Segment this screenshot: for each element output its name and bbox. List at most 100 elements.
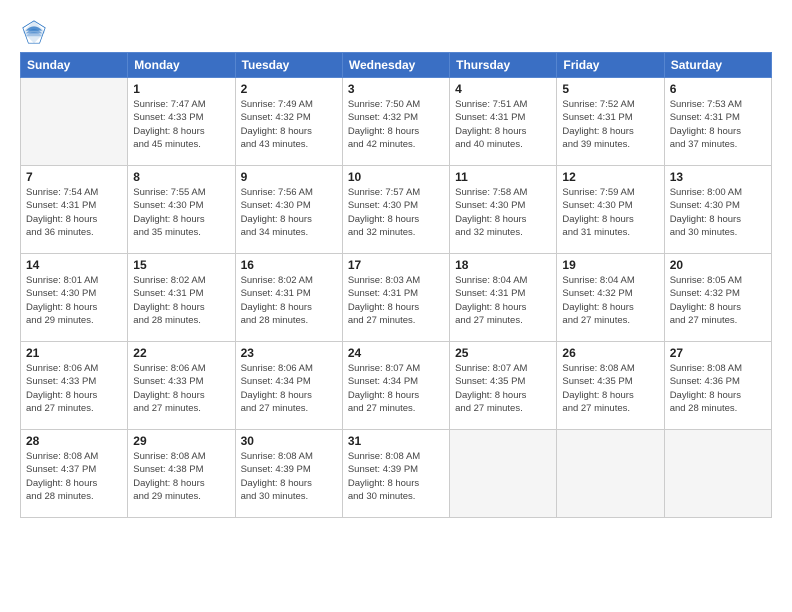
calendar-day-cell: 2 Sunrise: 7:49 AM Sunset: 4:32 PM Daylig…: [235, 78, 342, 166]
calendar-week-row: 28 Sunrise: 8:08 AM Sunset: 4:37 PM Dayli…: [21, 430, 772, 518]
day-number: 11: [455, 170, 551, 184]
day-number: 10: [348, 170, 444, 184]
day-number: 23: [241, 346, 337, 360]
calendar-day-cell: 8 Sunrise: 7:55 AM Sunset: 4:30 PM Daylig…: [128, 166, 235, 254]
weekday-header: Wednesday: [342, 53, 449, 78]
day-info: Sunrise: 8:07 AM Sunset: 4:34 PM Dayligh…: [348, 362, 444, 415]
day-number: 6: [670, 82, 766, 96]
calendar-day-cell: 20 Sunrise: 8:05 AM Sunset: 4:32 PM Dayli…: [664, 254, 771, 342]
day-number: 1: [133, 82, 229, 96]
calendar-day-cell: 26 Sunrise: 8:08 AM Sunset: 4:35 PM Dayli…: [557, 342, 664, 430]
logo-icon: [20, 18, 48, 46]
day-number: 7: [26, 170, 122, 184]
calendar-day-cell: 17 Sunrise: 8:03 AM Sunset: 4:31 PM Dayli…: [342, 254, 449, 342]
day-info: Sunrise: 7:54 AM Sunset: 4:31 PM Dayligh…: [26, 186, 122, 239]
calendar-table: SundayMondayTuesdayWednesdayThursdayFrid…: [20, 52, 772, 518]
calendar-day-cell: 31Sunrise: 8:08 AM Sunset: 4:39 PM Dayli…: [342, 430, 449, 518]
weekday-header: Friday: [557, 53, 664, 78]
calendar-day-cell: 27 Sunrise: 8:08 AM Sunset: 4:36 PM Dayli…: [664, 342, 771, 430]
day-number: 4: [455, 82, 551, 96]
day-info: Sunrise: 7:59 AM Sunset: 4:30 PM Dayligh…: [562, 186, 658, 239]
weekday-header: Monday: [128, 53, 235, 78]
calendar-day-cell: 18 Sunrise: 8:04 AM Sunset: 4:31 PM Dayli…: [450, 254, 557, 342]
day-info: Sunrise: 8:08 AM Sunset: 4:36 PM Dayligh…: [670, 362, 766, 415]
day-number: 30: [241, 434, 337, 448]
day-number: 20: [670, 258, 766, 272]
calendar-day-cell: 7 Sunrise: 7:54 AM Sunset: 4:31 PM Daylig…: [21, 166, 128, 254]
day-info: Sunrise: 8:04 AM Sunset: 4:31 PM Dayligh…: [455, 274, 551, 327]
day-info: Sunrise: 8:05 AM Sunset: 4:32 PM Dayligh…: [670, 274, 766, 327]
calendar-day-cell: 14 Sunrise: 8:01 AM Sunset: 4:30 PM Dayli…: [21, 254, 128, 342]
day-info: Sunrise: 8:00 AM Sunset: 4:30 PM Dayligh…: [670, 186, 766, 239]
calendar-day-cell: 5 Sunrise: 7:52 AM Sunset: 4:31 PM Daylig…: [557, 78, 664, 166]
weekday-header: Tuesday: [235, 53, 342, 78]
day-info: Sunrise: 7:58 AM Sunset: 4:30 PM Dayligh…: [455, 186, 551, 239]
day-number: 18: [455, 258, 551, 272]
day-info: Sunrise: 8:08 AM Sunset: 4:35 PM Dayligh…: [562, 362, 658, 415]
calendar-day-cell: 16 Sunrise: 8:02 AM Sunset: 4:31 PM Dayli…: [235, 254, 342, 342]
calendar-day-cell: [664, 430, 771, 518]
day-info: Sunrise: 7:53 AM Sunset: 4:31 PM Dayligh…: [670, 98, 766, 151]
day-number: 9: [241, 170, 337, 184]
calendar-day-cell: [557, 430, 664, 518]
day-number: 16: [241, 258, 337, 272]
day-number: 19: [562, 258, 658, 272]
calendar-day-cell: 21Sunrise: 8:06 AM Sunset: 4:33 PM Dayli…: [21, 342, 128, 430]
day-number: 14: [26, 258, 122, 272]
day-info: Sunrise: 7:55 AM Sunset: 4:30 PM Dayligh…: [133, 186, 229, 239]
day-number: 31: [348, 434, 444, 448]
day-info: Sunrise: 8:08 AM Sunset: 4:38 PM Dayligh…: [133, 450, 229, 503]
calendar-day-cell: 25 Sunrise: 8:07 AM Sunset: 4:35 PM Dayli…: [450, 342, 557, 430]
main-container: SundayMondayTuesdayWednesdayThursdayFrid…: [0, 0, 792, 528]
day-number: 27: [670, 346, 766, 360]
calendar-day-cell: 1Sunrise: 7:47 AM Sunset: 4:33 PM Daylig…: [128, 78, 235, 166]
calendar-day-cell: [21, 78, 128, 166]
day-info: Sunrise: 8:04 AM Sunset: 4:32 PM Dayligh…: [562, 274, 658, 327]
calendar-day-cell: 11 Sunrise: 7:58 AM Sunset: 4:30 PM Dayli…: [450, 166, 557, 254]
day-info: Sunrise: 7:50 AM Sunset: 4:32 PM Dayligh…: [348, 98, 444, 151]
day-number: 26: [562, 346, 658, 360]
day-info: Sunrise: 8:02 AM Sunset: 4:31 PM Dayligh…: [133, 274, 229, 327]
day-info: Sunrise: 8:06 AM Sunset: 4:33 PM Dayligh…: [133, 362, 229, 415]
calendar-day-cell: 12 Sunrise: 7:59 AM Sunset: 4:30 PM Dayli…: [557, 166, 664, 254]
day-number: 15: [133, 258, 229, 272]
day-number: 24: [348, 346, 444, 360]
day-number: 28: [26, 434, 122, 448]
day-info: Sunrise: 8:02 AM Sunset: 4:31 PM Dayligh…: [241, 274, 337, 327]
day-info: Sunrise: 7:49 AM Sunset: 4:32 PM Dayligh…: [241, 98, 337, 151]
day-info: Sunrise: 7:52 AM Sunset: 4:31 PM Dayligh…: [562, 98, 658, 151]
calendar-header: SundayMondayTuesdayWednesdayThursdayFrid…: [21, 53, 772, 78]
weekday-row: SundayMondayTuesdayWednesdayThursdayFrid…: [21, 53, 772, 78]
calendar-day-cell: 15 Sunrise: 8:02 AM Sunset: 4:31 PM Dayli…: [128, 254, 235, 342]
calendar-day-cell: 3Sunrise: 7:50 AM Sunset: 4:32 PM Daylig…: [342, 78, 449, 166]
calendar-day-cell: 10Sunrise: 7:57 AM Sunset: 4:30 PM Dayli…: [342, 166, 449, 254]
calendar-week-row: 21Sunrise: 8:06 AM Sunset: 4:33 PM Dayli…: [21, 342, 772, 430]
day-info: Sunrise: 8:08 AM Sunset: 4:39 PM Dayligh…: [241, 450, 337, 503]
day-number: 5: [562, 82, 658, 96]
day-number: 29: [133, 434, 229, 448]
calendar-body: 1Sunrise: 7:47 AM Sunset: 4:33 PM Daylig…: [21, 78, 772, 518]
weekday-header: Thursday: [450, 53, 557, 78]
day-number: 2: [241, 82, 337, 96]
calendar-week-row: 1Sunrise: 7:47 AM Sunset: 4:33 PM Daylig…: [21, 78, 772, 166]
calendar-day-cell: 9Sunrise: 7:56 AM Sunset: 4:30 PM Daylig…: [235, 166, 342, 254]
calendar-day-cell: 30 Sunrise: 8:08 AM Sunset: 4:39 PM Dayli…: [235, 430, 342, 518]
calendar-day-cell: 13 Sunrise: 8:00 AM Sunset: 4:30 PM Dayli…: [664, 166, 771, 254]
calendar-week-row: 7 Sunrise: 7:54 AM Sunset: 4:31 PM Daylig…: [21, 166, 772, 254]
calendar-day-cell: 28 Sunrise: 8:08 AM Sunset: 4:37 PM Dayli…: [21, 430, 128, 518]
day-number: 17: [348, 258, 444, 272]
weekday-header: Sunday: [21, 53, 128, 78]
day-info: Sunrise: 8:03 AM Sunset: 4:31 PM Dayligh…: [348, 274, 444, 327]
day-info: Sunrise: 7:51 AM Sunset: 4:31 PM Dayligh…: [455, 98, 551, 151]
day-number: 25: [455, 346, 551, 360]
day-number: 13: [670, 170, 766, 184]
day-number: 8: [133, 170, 229, 184]
calendar-week-row: 14 Sunrise: 8:01 AM Sunset: 4:30 PM Dayli…: [21, 254, 772, 342]
day-info: Sunrise: 8:01 AM Sunset: 4:30 PM Dayligh…: [26, 274, 122, 327]
calendar-day-cell: 22Sunrise: 8:06 AM Sunset: 4:33 PM Dayli…: [128, 342, 235, 430]
day-info: Sunrise: 8:08 AM Sunset: 4:37 PM Dayligh…: [26, 450, 122, 503]
calendar-day-cell: 4 Sunrise: 7:51 AM Sunset: 4:31 PM Daylig…: [450, 78, 557, 166]
day-info: Sunrise: 8:07 AM Sunset: 4:35 PM Dayligh…: [455, 362, 551, 415]
day-number: 12: [562, 170, 658, 184]
calendar-day-cell: 29 Sunrise: 8:08 AM Sunset: 4:38 PM Dayli…: [128, 430, 235, 518]
